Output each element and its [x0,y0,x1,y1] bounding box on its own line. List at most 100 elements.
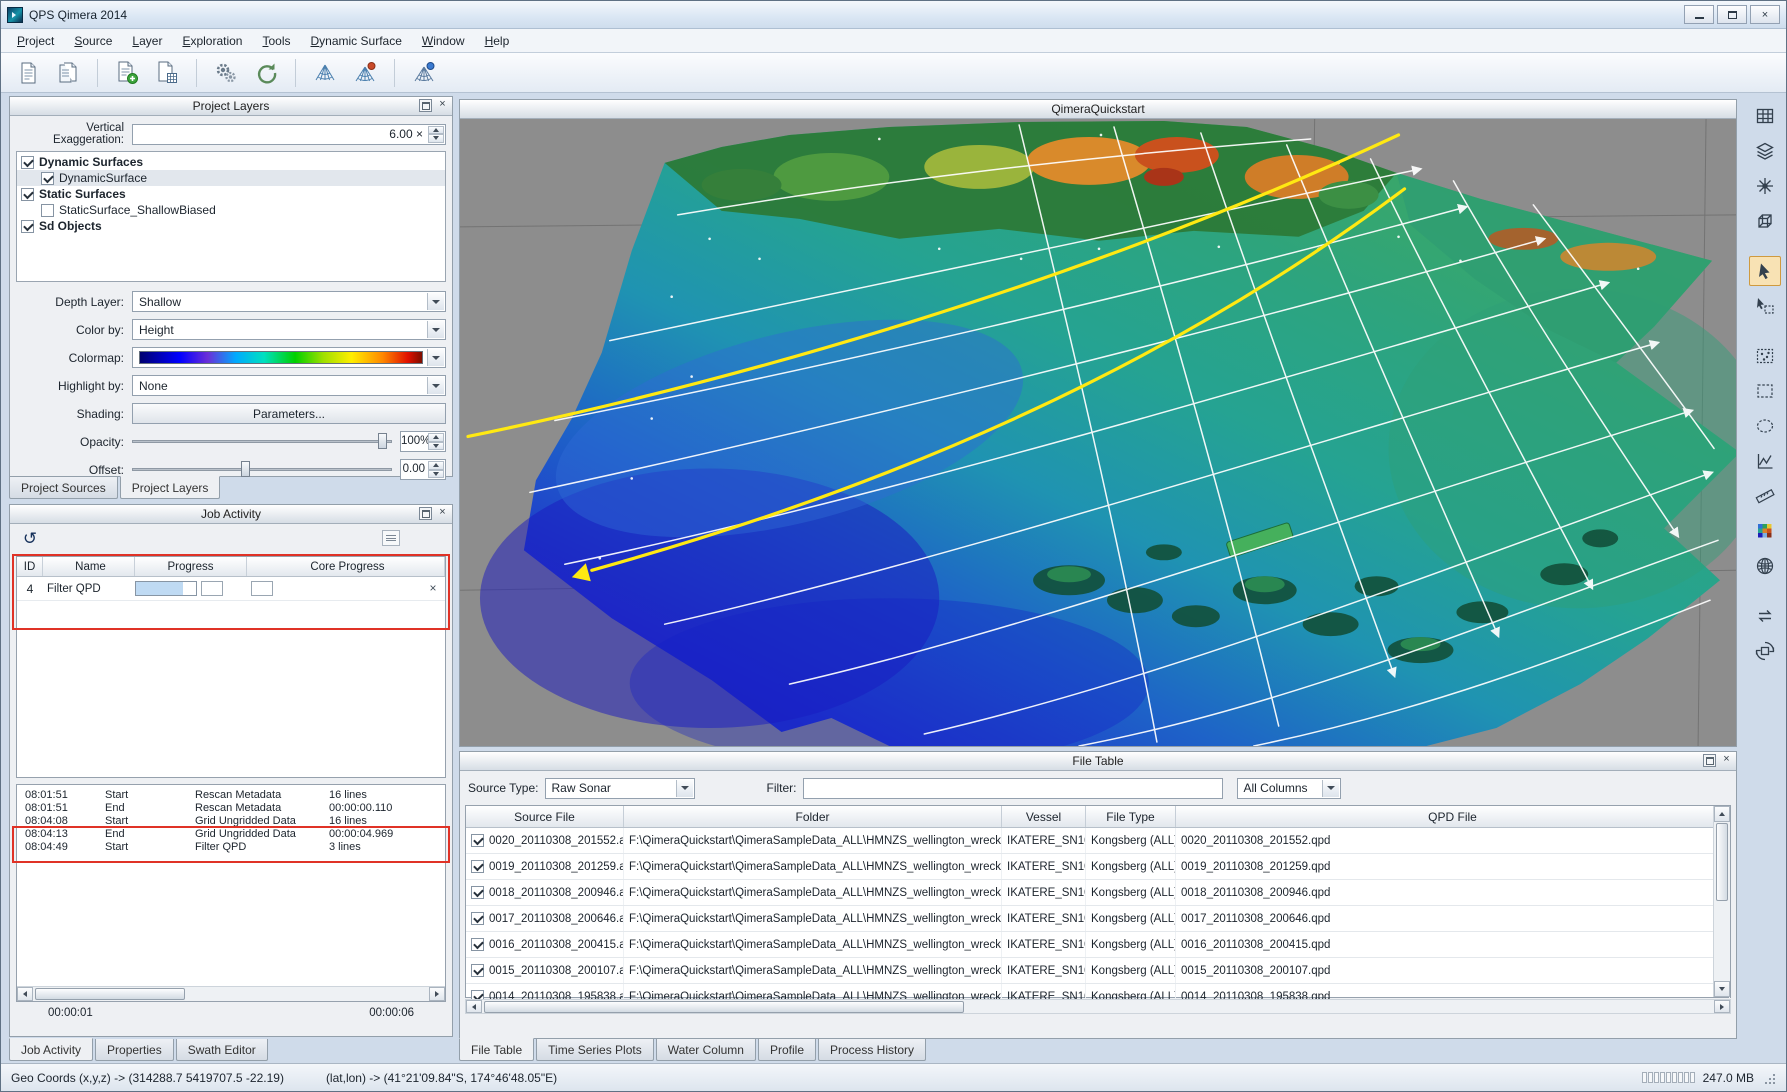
patch-test-tool-button[interactable] [407,57,441,89]
vertical-exaggeration-spinner[interactable]: 6.00 × [132,124,446,145]
maximize-button[interactable] [1717,5,1747,24]
window-titlebar[interactable]: QPS Qimera 2014 × [1,1,1786,29]
color-grid-icon[interactable] [1749,516,1781,546]
tree-item-dynamicsurface[interactable]: DynamicSurface [17,170,445,186]
tab-file-table[interactable]: File Table [459,1038,534,1061]
file-table-row[interactable]: 0018_20110308_200946.all F:\QimeraQuicks… [466,880,1730,906]
spin-down-icon[interactable] [428,470,444,479]
column-progress[interactable]: Progress [135,557,247,576]
checkbox-checked-icon[interactable] [41,172,54,185]
file-table-row[interactable]: 0015_20110308_200107.all F:\QimeraQuicks… [466,958,1730,984]
spin-up-icon[interactable] [428,461,444,470]
tab-profile[interactable]: Profile [758,1039,816,1061]
opacity-slider[interactable] [132,431,392,452]
add-processed-files-button[interactable] [150,57,184,89]
resize-grip[interactable] [1762,1071,1776,1085]
file-table-header[interactable]: File Table × [460,752,1736,771]
scrollbar-thumb[interactable] [484,1001,964,1013]
column-id[interactable]: ID [17,557,43,576]
tab-project-layers[interactable]: Project Layers [120,476,221,499]
tab-water-column[interactable]: Water Column [656,1039,756,1061]
scene-header[interactable]: QimeraQuickstart [460,100,1736,119]
profile-chart-icon[interactable] [1749,446,1781,476]
log-horizontal-scrollbar[interactable] [17,986,445,1001]
cursor-select-area-icon[interactable] [1749,291,1781,321]
row-checkbox[interactable] [471,964,484,977]
undo-icon[interactable]: ↺ [18,527,42,551]
add-raw-sonar-files-button[interactable] [110,57,144,89]
minimize-button[interactable] [1684,5,1714,24]
spin-up-icon[interactable] [428,126,444,135]
column-vessel[interactable]: Vessel [1002,806,1086,827]
checkbox-unchecked-icon[interactable] [41,204,54,217]
tree-item-staticsurface-shallowbiased[interactable]: StaticSurface_ShallowBiased [17,202,445,218]
file-table-row[interactable]: 0020_20110308_201552.all F:\QimeraQuicks… [466,828,1730,854]
row-checkbox[interactable] [471,938,484,951]
checkbox-checked-icon[interactable] [21,220,34,233]
column-file-type[interactable]: File Type [1086,806,1176,827]
swap-views-icon[interactable] [1749,601,1781,631]
tree-item-sd-objects[interactable]: Sd Objects [17,218,445,234]
map-viewport-3d[interactable] [460,119,1736,746]
select-rectangle-icon[interactable] [1749,376,1781,406]
opacity-slider-handle[interactable] [378,433,387,449]
opacity-spinbox[interactable]: 100% [400,431,446,452]
swath-editor-tool-button[interactable] [308,57,342,89]
row-checkbox[interactable] [471,834,484,847]
float-panel-icon[interactable] [419,99,432,112]
offset-slider-handle[interactable] [241,461,250,477]
menu-item[interactable]: Dynamic Surface [301,30,412,52]
column-qpd-file[interactable]: QPD File [1176,806,1730,827]
menu-item[interactable]: Help [475,30,520,52]
grid-view-icon[interactable] [1749,101,1781,131]
menu-item[interactable]: Tools [252,30,300,52]
close-panel-icon[interactable]: × [1720,754,1733,767]
tab-time-series-plots[interactable]: Time Series Plots [536,1039,654,1061]
cancel-job-icon[interactable]: × [425,581,441,597]
bounding-cube-icon[interactable] [1749,206,1781,236]
file-table-horizontal-scrollbar[interactable] [465,999,1731,1014]
scroll-left-icon[interactable] [17,987,33,1001]
tab-swath-editor[interactable]: Swath Editor [176,1039,268,1061]
depth-layer-select[interactable]: Shallow [132,291,446,312]
scroll-left-icon[interactable] [466,1000,482,1013]
layers-icon[interactable] [1749,136,1781,166]
menu-item[interactable]: Layer [122,30,172,52]
highlight-by-select[interactable]: None [132,375,446,396]
shading-parameters-button[interactable]: Parameters... [132,403,446,424]
checkbox-checked-icon[interactable] [21,156,34,169]
tab-properties[interactable]: Properties [95,1039,174,1061]
scroll-right-icon[interactable] [429,987,445,1001]
menu-item[interactable]: Source [64,30,122,52]
grid-surface-icon[interactable] [1749,551,1781,581]
job-row[interactable]: 4 Filter QPD × [17,577,445,601]
menu-item[interactable]: Project [7,30,64,52]
column-core-progress[interactable]: Core Progress [247,557,445,576]
close-panel-icon[interactable]: × [436,507,449,520]
job-activity-header[interactable]: Job Activity × [10,505,452,524]
scrollbar-thumb[interactable] [35,988,185,1000]
color-by-select[interactable]: Height [132,319,446,340]
row-checkbox[interactable] [471,860,484,873]
scroll-down-icon[interactable] [1714,981,1730,997]
row-checkbox[interactable] [471,912,484,925]
filter-input[interactable] [803,778,1223,799]
file-table-row[interactable]: 0016_20110308_200415.all F:\QimeraQuicks… [466,932,1730,958]
spin-down-icon[interactable] [428,134,444,143]
open-project-button[interactable] [51,57,85,89]
close-button[interactable]: × [1750,5,1780,24]
file-table-row[interactable]: 0019_20110308_201259.all F:\QimeraQuicks… [466,854,1730,880]
close-panel-icon[interactable]: × [436,99,449,112]
select-points-icon[interactable] [1749,341,1781,371]
measure-ruler-icon[interactable] [1749,481,1781,511]
menu-item[interactable]: Exploration [172,30,252,52]
tab-process-history[interactable]: Process History [818,1039,926,1061]
rotate-3d-icon[interactable] [1749,636,1781,666]
refresh-button[interactable] [249,57,283,89]
select-cursor-icon[interactable] [1749,256,1781,286]
scroll-up-icon[interactable] [1714,806,1730,822]
scrollbar-thumb[interactable] [1716,823,1728,901]
axes-3d-icon[interactable] [1749,171,1781,201]
tab-project-sources[interactable]: Project Sources [9,477,118,499]
float-panel-icon[interactable] [1703,754,1716,767]
